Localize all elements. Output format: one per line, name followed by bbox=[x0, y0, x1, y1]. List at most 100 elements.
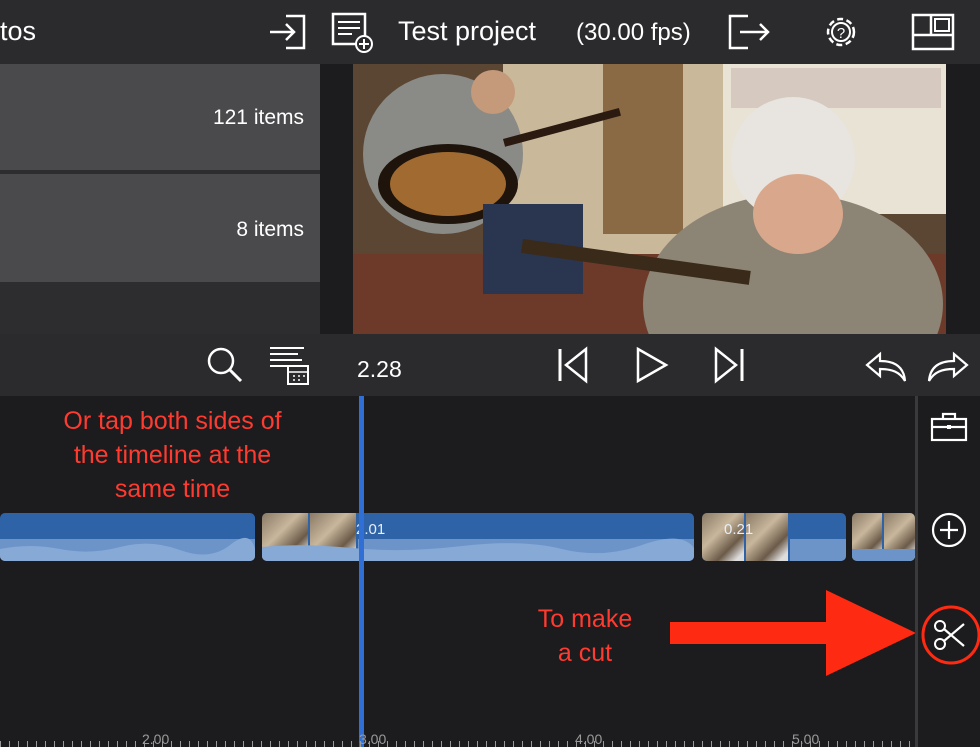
timeline-clip[interactable] bbox=[0, 513, 255, 561]
ruler-tick bbox=[441, 741, 442, 747]
ruler-tick bbox=[54, 741, 55, 747]
video-preview[interactable] bbox=[353, 64, 946, 334]
ruler-tick bbox=[0, 741, 1, 747]
ruler-tick bbox=[234, 741, 235, 747]
ruler-tick bbox=[900, 741, 901, 747]
ruler-tick bbox=[684, 741, 685, 747]
ruler-tick bbox=[81, 741, 82, 747]
item-count: 121 items bbox=[212, 106, 304, 129]
add-icon[interactable] bbox=[931, 512, 967, 553]
ruler-tick bbox=[630, 741, 631, 747]
ruler-tick bbox=[666, 741, 667, 747]
ruler-tick bbox=[657, 741, 658, 747]
ruler-tick bbox=[27, 741, 28, 747]
ruler-tick bbox=[855, 741, 856, 747]
playhead[interactable] bbox=[359, 396, 364, 747]
import-icon[interactable] bbox=[266, 10, 310, 59]
ruler-tick bbox=[891, 741, 892, 747]
ruler-tick bbox=[513, 741, 514, 747]
ruler-tick bbox=[621, 741, 622, 747]
settings-gear-icon[interactable]: ? bbox=[820, 11, 862, 58]
project-title[interactable]: Test project bbox=[398, 16, 536, 47]
ruler-tick bbox=[873, 741, 874, 747]
ruler-tick bbox=[270, 741, 271, 747]
ruler-tick bbox=[261, 741, 262, 747]
ruler-tick bbox=[522, 741, 523, 747]
ruler-tick bbox=[117, 741, 118, 747]
ruler-tick bbox=[756, 741, 757, 747]
ruler-tick bbox=[351, 741, 352, 747]
timeline-clip[interactable]: 0.21 bbox=[702, 513, 846, 561]
add-media-list-icon[interactable] bbox=[330, 10, 376, 61]
ruler-tick bbox=[36, 741, 37, 747]
ruler-tick bbox=[288, 741, 289, 747]
ruler-tick bbox=[837, 741, 838, 747]
clip-duration: 0.21 bbox=[724, 521, 754, 538]
ruler-tick bbox=[648, 741, 649, 747]
ruler-tick bbox=[18, 741, 19, 747]
ruler-label: 3.00 bbox=[359, 731, 387, 747]
play-icon[interactable] bbox=[634, 346, 670, 389]
library-row[interactable]: 8 items bbox=[0, 174, 320, 282]
ruler-tick bbox=[90, 741, 91, 747]
ruler-tick bbox=[9, 741, 10, 747]
ruler-tick bbox=[693, 741, 694, 747]
timeline-clip[interactable] bbox=[852, 513, 915, 561]
ruler-tick bbox=[189, 741, 190, 747]
ruler-tick bbox=[414, 741, 415, 747]
export-icon[interactable] bbox=[726, 10, 772, 59]
search-icon[interactable] bbox=[206, 346, 244, 389]
current-time: 2.28 bbox=[357, 356, 402, 382]
ruler-tick bbox=[126, 741, 127, 747]
ruler-tick bbox=[486, 741, 487, 747]
ruler-tick bbox=[171, 741, 172, 747]
toolbox-icon[interactable] bbox=[930, 412, 968, 447]
timeline-clip[interactable]: 2.01 bbox=[262, 513, 694, 561]
undo-icon[interactable] bbox=[864, 350, 908, 389]
skip-to-end-icon[interactable] bbox=[712, 346, 746, 389]
library-tab-title[interactable]: tos bbox=[0, 16, 36, 47]
skip-to-start-icon[interactable] bbox=[556, 346, 590, 389]
ruler-tick bbox=[45, 741, 46, 747]
ruler-tick bbox=[207, 741, 208, 747]
ruler-tick bbox=[639, 741, 640, 747]
ruler-tick bbox=[549, 741, 550, 747]
time-ruler[interactable] bbox=[0, 724, 915, 747]
item-count: 8 items bbox=[236, 218, 304, 241]
ruler-tick bbox=[468, 741, 469, 747]
layout-icon[interactable] bbox=[911, 13, 955, 56]
ruler-tick bbox=[306, 741, 307, 747]
ruler-tick bbox=[846, 741, 847, 747]
cut-scissors-icon[interactable] bbox=[920, 604, 980, 671]
ruler-tick bbox=[567, 741, 568, 747]
ruler-tick bbox=[342, 741, 343, 747]
annotation-arrow bbox=[668, 588, 920, 683]
timeline-tool-rail bbox=[915, 396, 980, 747]
top-bar: tos Test project (30.00 fps) ? bbox=[0, 0, 980, 64]
ruler-tick bbox=[540, 741, 541, 747]
ruler-tick bbox=[198, 741, 199, 747]
ruler-tick bbox=[603, 741, 604, 747]
ruler-tick bbox=[702, 741, 703, 747]
ruler-tick bbox=[864, 741, 865, 747]
ruler-tick bbox=[675, 741, 676, 747]
ruler-tick bbox=[108, 741, 109, 747]
ruler-tick bbox=[432, 741, 433, 747]
ruler-tick bbox=[765, 741, 766, 747]
ruler-tick bbox=[882, 741, 883, 747]
ruler-tick bbox=[324, 741, 325, 747]
redo-icon[interactable] bbox=[926, 350, 970, 389]
ruler-tick bbox=[63, 741, 64, 747]
ruler-tick bbox=[504, 741, 505, 747]
annotation-tap-both-sides: Or tap both sides of the timeline at the… bbox=[63, 407, 282, 503]
ruler-tick bbox=[243, 741, 244, 747]
ruler-tick bbox=[477, 741, 478, 747]
ruler-tick bbox=[738, 741, 739, 747]
ruler-tick bbox=[135, 741, 136, 747]
library-row[interactable]: 121 items bbox=[0, 64, 320, 170]
ruler-tick bbox=[828, 741, 829, 747]
ruler-tick bbox=[252, 741, 253, 747]
ruler-tick bbox=[72, 741, 73, 747]
ruler-tick bbox=[450, 741, 451, 747]
timeline-calendar-icon[interactable] bbox=[268, 344, 310, 391]
